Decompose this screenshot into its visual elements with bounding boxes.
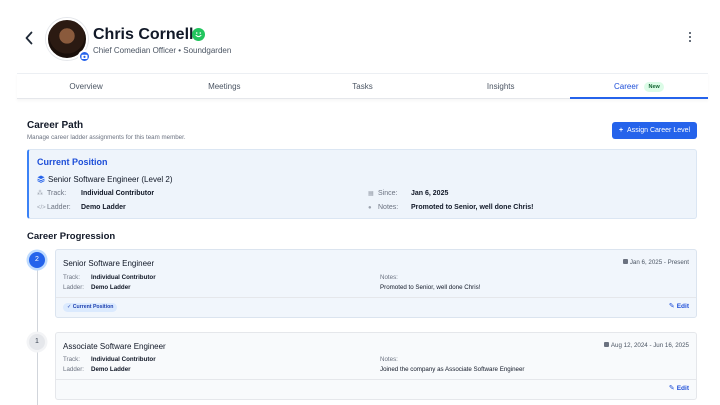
new-badge: New (644, 82, 664, 92)
role-title: Associate Software Engineer (63, 342, 166, 351)
progression-card: Senior Software Engineer Jan 6, 2025 - P… (55, 249, 697, 318)
progression-card: Associate Software Engineer Aug 12, 2024… (55, 332, 697, 400)
role-track: Track: Individual Contributor (63, 274, 156, 281)
divider (56, 379, 696, 380)
timeline-line (37, 260, 38, 405)
profile-header: Chris Cornell Chief Comedian Officer • S… (18, 8, 708, 72)
tab-overview[interactable]: Overview (17, 74, 155, 98)
role-notes-label: Notes: (380, 274, 398, 281)
tab-bar: Overview Meetings Tasks Insights Career N… (17, 73, 709, 99)
role-ladder: Ladder: Demo Ladder (63, 366, 131, 373)
plus-icon: + (618, 127, 624, 134)
camera-icon[interactable] (78, 50, 91, 63)
sitemap-icon: ⁂ (37, 191, 43, 197)
timeline-step: 1 (29, 334, 45, 350)
edit-icon: ✎ (668, 385, 675, 392)
career-path-title: Career Path (27, 120, 84, 131)
info-icon: ● (368, 205, 372, 211)
role-track: Track: Individual Contributor (63, 356, 156, 363)
tab-career[interactable]: Career New (569, 74, 709, 99)
current-notes: ● Notes: Promoted to Senior, well done Ch… (368, 204, 534, 211)
career-path-subtitle: Manage career ladder assignments for thi… (27, 134, 186, 141)
calendar-icon (603, 342, 609, 347)
smile-icon (192, 28, 205, 41)
divider (56, 297, 696, 298)
role-title: Senior Software Engineer (63, 259, 155, 268)
more-vertical-icon[interactable] (687, 32, 693, 46)
tab-insights[interactable]: Insights (432, 74, 570, 98)
current-since: ▦ Since: Jan 6, 2025 (368, 190, 449, 197)
code-icon: </> (37, 205, 46, 211)
role-notes: Promoted to Senior, well done Chris! (380, 284, 481, 291)
profile-subtitle: Chief Comedian Officer • Soundgarden (93, 46, 232, 55)
date-range: Jan 6, 2025 - Present (622, 259, 689, 266)
edit-icon: ✎ (668, 303, 675, 310)
current-position-title: Current Position (37, 157, 108, 167)
edit-button[interactable]: ✎ Edit (669, 384, 689, 392)
tab-tasks[interactable]: Tasks (293, 74, 431, 98)
calendar-icon (622, 259, 628, 264)
date-range: Aug 12, 2024 - Jun 16, 2025 (603, 342, 689, 349)
profile-name: Chris Cornell (93, 26, 194, 43)
current-position-badge: ✓ Current Position (63, 303, 118, 312)
current-track: ⁂ Track: Individual Contributor (37, 190, 155, 197)
role-notes-label: Notes: (380, 356, 398, 363)
back-icon[interactable] (24, 30, 38, 48)
timeline-step: 2 (29, 252, 45, 268)
current-position-card: Current Position Senior Software Enginee… (27, 149, 697, 219)
layers-icon (37, 175, 45, 183)
calendar-icon: ▦ (368, 191, 374, 197)
career-progression-title: Career Progression (27, 231, 116, 242)
current-level: Senior Software Engineer (Level 2) (37, 175, 173, 184)
current-ladder: </>Ladder: Demo Ladder (37, 204, 126, 211)
role-ladder: Ladder: Demo Ladder (63, 284, 131, 291)
edit-button[interactable]: ✎ Edit (669, 302, 689, 310)
assign-career-level-button[interactable]: + Assign Career Level (612, 122, 697, 139)
tab-meetings[interactable]: Meetings (155, 74, 293, 98)
role-notes: Joined the company as Associate Software… (380, 366, 525, 373)
